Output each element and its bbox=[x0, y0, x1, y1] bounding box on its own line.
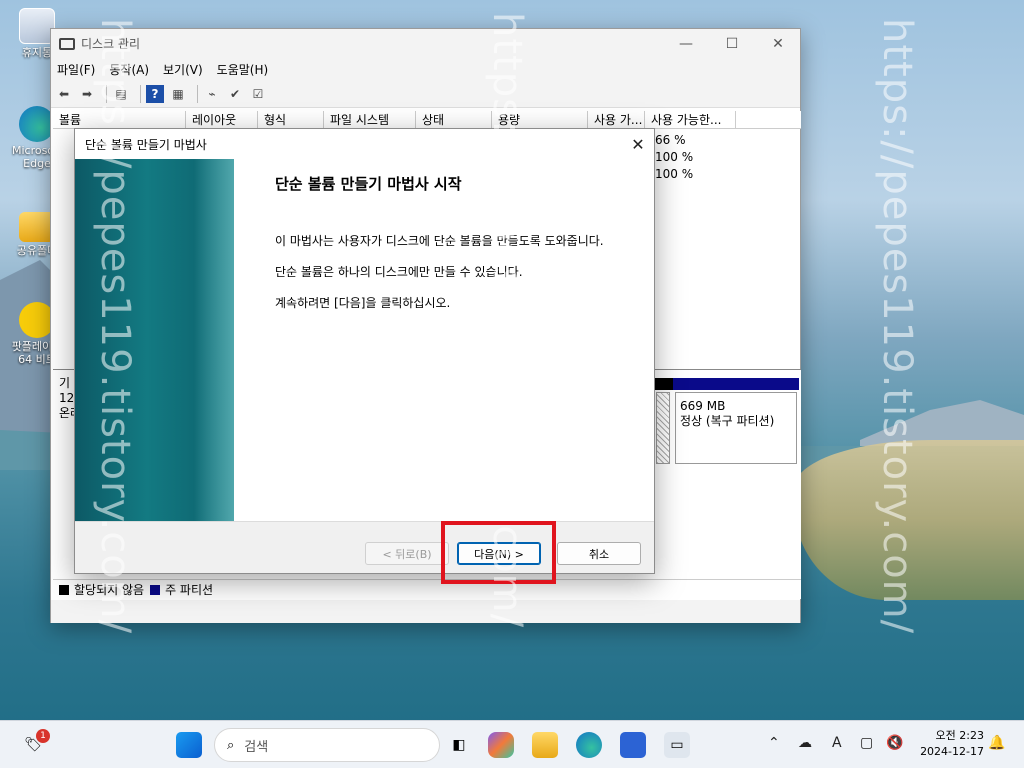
chevron-up-icon[interactable]: ⌃ bbox=[768, 735, 780, 751]
clock[interactable]: 오전 2:23 2024-12-17 bbox=[920, 728, 984, 760]
ime-indicator[interactable]: A bbox=[832, 735, 842, 751]
search-placeholder: 검색 bbox=[244, 739, 269, 755]
wizard-paragraph: 계속하려면 [다음]을 클릭하십시오. bbox=[275, 296, 451, 310]
menu-help[interactable]: 도움말(H) bbox=[217, 61, 269, 78]
forward-arrow-icon[interactable]: ➡ bbox=[78, 85, 96, 103]
primary-swatch bbox=[150, 584, 161, 595]
edge-icon[interactable] bbox=[576, 732, 602, 758]
notification-badge: 1 bbox=[36, 729, 50, 743]
toolbar-separator bbox=[106, 84, 107, 103]
next-button-highlight bbox=[441, 521, 556, 584]
disk-management-taskbar-icon[interactable]: ▭ bbox=[664, 732, 690, 758]
partition-status: 정상 (복구 파티션) bbox=[680, 414, 775, 428]
connect-icon[interactable]: ⌁ bbox=[203, 85, 221, 103]
menu-bar: 파일(F) 동작(A) 보기(V) 도움말(H) bbox=[51, 58, 800, 80]
maximize-button[interactable]: ☐ bbox=[709, 29, 755, 58]
back-arrow-icon[interactable]: ⬅ bbox=[55, 85, 73, 103]
wizard-title: 단순 볼륨 만들기 마법사 bbox=[85, 137, 207, 152]
desktop-icon-label: 휴지통 bbox=[21, 46, 53, 59]
primary-partition-bar bbox=[673, 378, 799, 390]
lake-shore bbox=[794, 440, 1024, 600]
legend-unallocated: 할당되지 않음 bbox=[74, 583, 145, 597]
unallocated-partition[interactable] bbox=[656, 392, 670, 464]
notification-bell-icon[interactable]: 🔔 bbox=[988, 735, 1005, 751]
recovery-partition[interactable]: 669 MB 정상 (복구 파티션) bbox=[675, 392, 797, 464]
wizard-titlebar[interactable]: 단순 볼륨 만들기 마법사 bbox=[75, 129, 654, 159]
volume-muted-icon[interactable]: 🔇 bbox=[886, 735, 903, 751]
cancel-button[interactable]: 취소 bbox=[557, 542, 641, 565]
clock-time: 오전 2:23 bbox=[935, 729, 984, 742]
column-header-layout[interactable]: 레이아웃 bbox=[186, 111, 258, 128]
search-icon: ⌕ bbox=[227, 737, 235, 753]
free-percent-cell: 66 % bbox=[655, 133, 686, 147]
toolbar: ⬅ ➡ ▤ ? ▦ ⌁ ✔ ☑ bbox=[51, 80, 800, 108]
menu-action[interactable]: 동작(A) bbox=[109, 61, 149, 78]
taskbar: 🏷 1 ⌕ 검색 ◧ ▭ ⌃ ☁ A ▢ 🔇 오전 2:23 2024-12-1… bbox=[0, 720, 1024, 768]
wizard-paragraph: 이 마법사는 사용자가 디스크에 단순 볼륨을 만들도록 도와줍니다. bbox=[275, 234, 604, 248]
column-header-volume[interactable]: 볼륨 bbox=[53, 111, 186, 128]
wizard-content: 단순 볼륨 만들기 마법사 시작 이 마법사는 사용자가 디스크에 단순 볼륨을… bbox=[275, 173, 615, 327]
menu-file[interactable]: 파일(F) bbox=[57, 61, 95, 78]
toolbar-separator bbox=[197, 84, 198, 103]
help-icon[interactable]: ? bbox=[146, 84, 164, 103]
network-icon[interactable]: ☁ bbox=[798, 735, 812, 751]
wizard-side-banner bbox=[75, 159, 234, 521]
free-percent-cell: 100 % bbox=[655, 150, 694, 164]
minimize-button[interactable]: — bbox=[663, 29, 709, 58]
column-header-free-space[interactable]: 사용 가... bbox=[588, 111, 645, 128]
menu-view[interactable]: 보기(V) bbox=[163, 61, 203, 78]
show-hide-tree-icon[interactable]: ▤ bbox=[112, 85, 130, 103]
unallocated-swatch bbox=[59, 584, 69, 595]
window-titlebar[interactable]: 디스크 관리 — ☐ ✕ bbox=[51, 29, 800, 58]
disk-management-icon bbox=[59, 37, 75, 50]
status-bar bbox=[51, 600, 800, 623]
wizard-footer: < 뒤로(B) 다음(N) > 취소 bbox=[75, 521, 654, 573]
wizard-paragraph: 단순 볼륨은 하나의 디스크에만 만들 수 있습니다. bbox=[275, 265, 523, 279]
wizard-heading: 단순 볼륨 만들기 마법사 시작 bbox=[275, 175, 462, 193]
properties-icon[interactable]: ▦ bbox=[169, 85, 187, 103]
file-explorer-icon[interactable] bbox=[532, 732, 558, 758]
settings-icon[interactable]: ☑ bbox=[249, 85, 267, 103]
widgets-icon[interactable]: 🏷 1 bbox=[20, 729, 50, 758]
checklist-icon[interactable]: ✔ bbox=[226, 85, 244, 103]
column-header-type[interactable]: 형식 bbox=[258, 111, 324, 128]
window-title: 디스크 관리 bbox=[81, 37, 141, 51]
column-header-status[interactable]: 상태 bbox=[416, 111, 492, 128]
free-percent-cell: 100 % bbox=[655, 167, 694, 181]
wizard-close-button[interactable]: ✕ bbox=[622, 129, 654, 159]
store-icon[interactable] bbox=[620, 732, 646, 758]
column-header-filesystem[interactable]: 파일 시스템 bbox=[324, 111, 416, 128]
search-box[interactable]: ⌕ 검색 bbox=[214, 728, 440, 762]
device-icon[interactable]: ▢ bbox=[860, 735, 873, 751]
column-header-capacity[interactable]: 용량 bbox=[492, 111, 588, 128]
toolbar-separator bbox=[140, 84, 141, 103]
new-simple-volume-wizard: 단순 볼륨 만들기 마법사 ✕ 단순 볼륨 만들기 마법사 시작 이 마법사는 … bbox=[74, 128, 655, 574]
partition-size: 669 MB bbox=[680, 399, 726, 413]
legend-primary: 주 파티션 bbox=[165, 583, 214, 597]
back-button[interactable]: < 뒤로(B) bbox=[365, 542, 449, 565]
start-icon[interactable] bbox=[176, 732, 202, 758]
close-button[interactable]: ✕ bbox=[755, 29, 801, 58]
copilot-icon[interactable] bbox=[488, 732, 514, 758]
volume-list-header: 볼륨 레이아웃 형식 파일 시스템 상태 용량 사용 가... 사용 가능한..… bbox=[53, 111, 801, 129]
clock-date: 2024-12-17 bbox=[920, 745, 984, 758]
legend: 할당되지 않음 주 파티션 bbox=[53, 579, 801, 599]
task-view-icon[interactable]: ◧ bbox=[446, 732, 472, 758]
column-header-free-percent[interactable]: 사용 가능한... bbox=[645, 111, 736, 128]
